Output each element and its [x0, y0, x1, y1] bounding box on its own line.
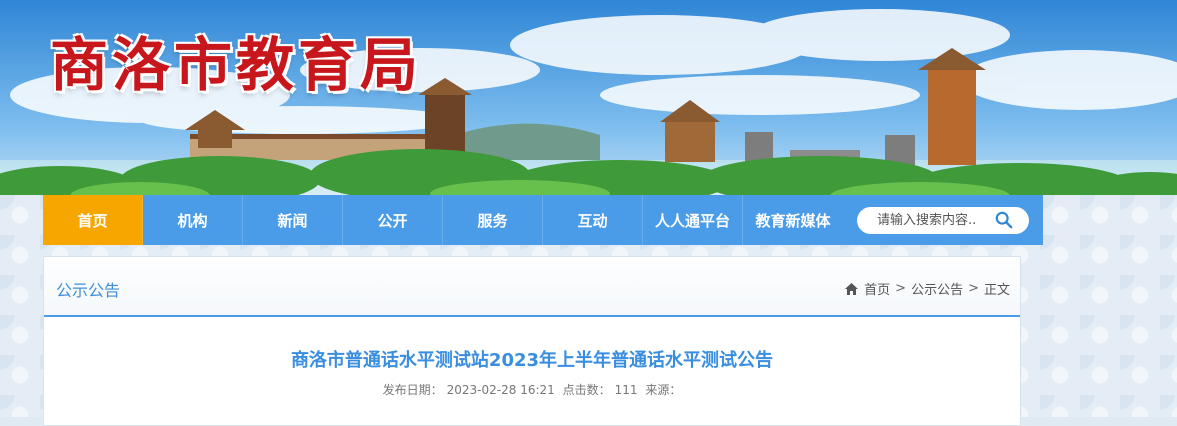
click-count: 111	[614, 383, 638, 397]
nav-item-renrentong-platform[interactable]: 人人通平台	[643, 195, 743, 245]
publish-date: 2023-02-28 16:21	[446, 383, 555, 397]
nav-item-organization[interactable]: 机构	[143, 195, 243, 245]
nav-item-home[interactable]: 首页	[43, 195, 143, 245]
breadcrumb-current: 正文	[983, 283, 1010, 298]
main-navbar: 首页 机构 新闻 公开 服务 互动 人人通平台 教育新媒体	[43, 195, 1043, 245]
breadcrumb-category[interactable]: 公示公告	[911, 279, 963, 298]
nav-item-services[interactable]: 服务	[443, 195, 543, 245]
section-title: 公示公告	[56, 281, 121, 300]
home-icon	[845, 282, 859, 295]
source-label: 来源：	[645, 383, 682, 397]
breadcrumb-separator: >	[968, 281, 979, 296]
search-icon[interactable]	[995, 211, 1013, 229]
nav-item-disclosure[interactable]: 公开	[343, 195, 443, 245]
site-title: 商洛市教育局	[50, 31, 423, 99]
content-panel: 公示公告 首页 > 公示公告 > 正文 商洛市普通话水平测试站2023年上半年普…	[43, 256, 1021, 426]
breadcrumb: 首页 > 公示公告 > 正文	[845, 279, 1010, 298]
article-meta: 发布日期： 2023-02-28 16:21 点击数： 111 来源：	[44, 381, 1020, 398]
nav-item-interaction[interactable]: 互动	[543, 195, 643, 245]
nav-item-education-new-media[interactable]: 教育新媒体	[743, 195, 843, 245]
article-title: 商洛市普通话水平测试站2023年上半年普通话水平测试公告	[290, 350, 774, 371]
click-count-label: 点击数：	[562, 383, 611, 397]
header-banner: 商洛市教育局	[0, 0, 1177, 210]
nav-item-news[interactable]: 新闻	[243, 195, 343, 245]
search-input[interactable]	[875, 212, 999, 229]
panel-header: 公示公告 首页 > 公示公告 > 正文	[44, 257, 1020, 317]
publish-date-label: 发布日期：	[382, 383, 443, 397]
breadcrumb-home[interactable]: 首页	[864, 279, 890, 298]
breadcrumb-separator: >	[895, 281, 907, 296]
search-box	[857, 207, 1029, 234]
